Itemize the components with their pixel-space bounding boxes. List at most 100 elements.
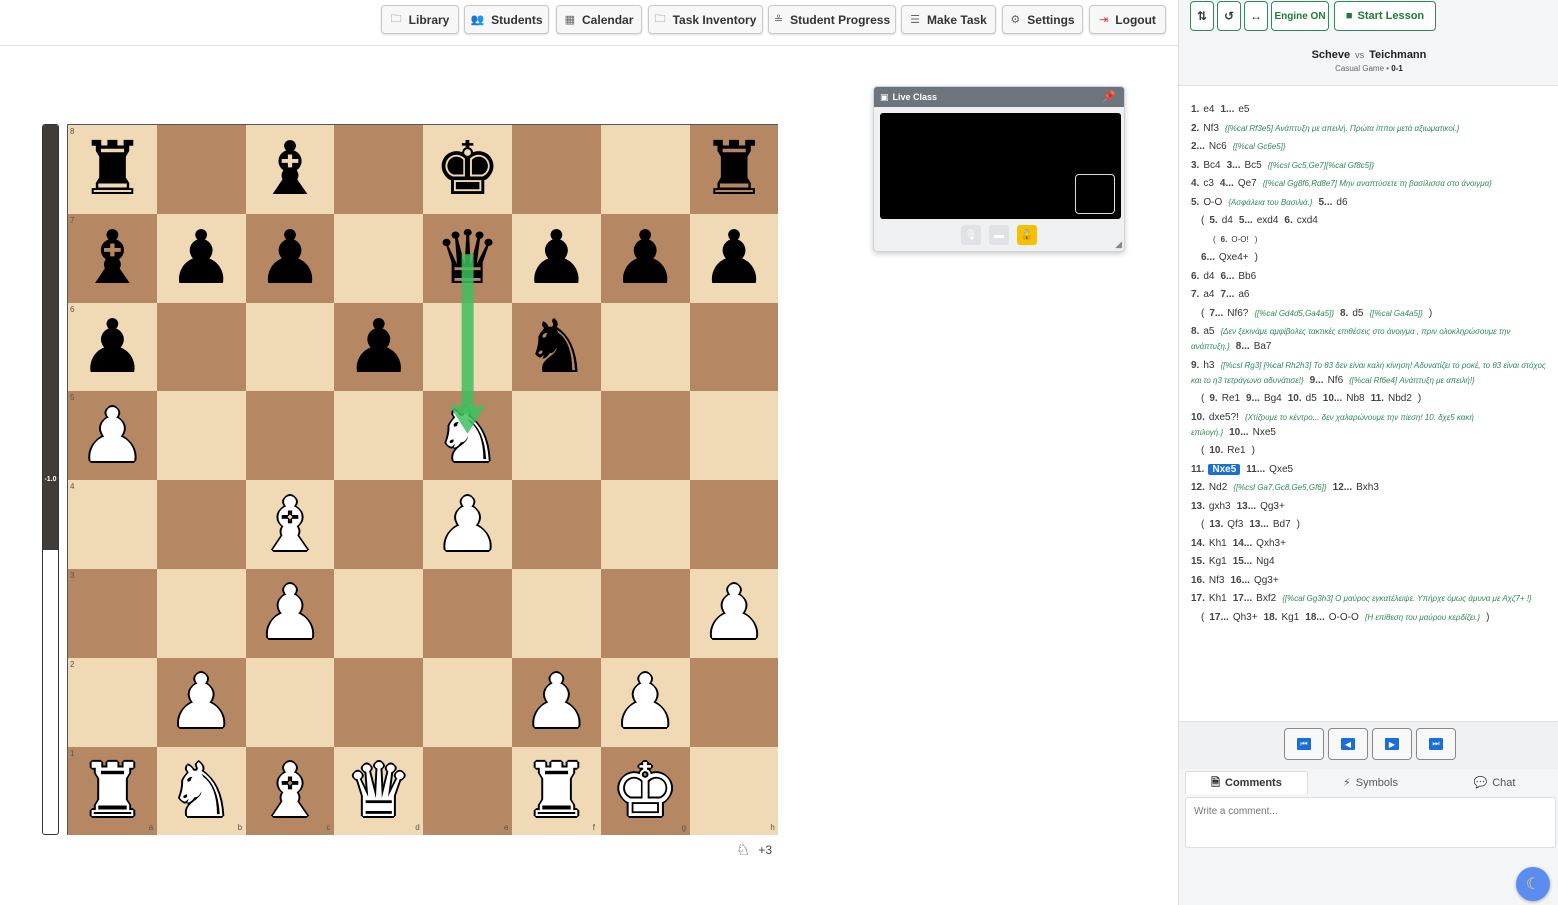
- settings-button[interactable]: ⚙ Settings: [1002, 5, 1083, 34]
- white-queen-d1[interactable]: ♛: [334, 747, 423, 836]
- live-class-window[interactable]: ▣ Live Class 📌 🎙 ▬ 🔓 ◢: [873, 86, 1125, 252]
- move[interactable]: d5: [1352, 308, 1363, 319]
- square-f8[interactable]: [512, 125, 601, 214]
- move[interactable]: Qxe5: [1269, 464, 1293, 475]
- move[interactable]: a5: [1203, 326, 1214, 337]
- dark-mode-toggle[interactable]: ☾: [1516, 867, 1550, 901]
- white-knight-e5[interactable]: ♞: [423, 391, 512, 480]
- move[interactable]: Bg4: [1264, 393, 1282, 404]
- move[interactable]: Bc5: [1244, 160, 1261, 171]
- white-pawn-c3[interactable]: ♟: [246, 569, 335, 658]
- white-king-g1[interactable]: ♚: [601, 747, 690, 836]
- move[interactable]: Qxe4+: [1219, 252, 1249, 263]
- square-g5[interactable]: [600, 391, 690, 481]
- black-knight-f6[interactable]: ♞: [512, 303, 601, 392]
- student-progress-button[interactable]: ≗ Student Progress: [768, 5, 896, 34]
- logout-button[interactable]: ⇥ Logout: [1089, 5, 1166, 34]
- square-g4[interactable]: [600, 480, 690, 569]
- calendar-button[interactable]: ▦ Calendar: [556, 5, 642, 34]
- move[interactable]: Kh1: [1209, 538, 1227, 549]
- camera-button[interactable]: ▬: [989, 225, 1009, 245]
- move[interactable]: Nf3: [1203, 123, 1219, 134]
- white-bishop-c4[interactable]: ♝: [246, 480, 335, 569]
- comment-input[interactable]: [1185, 797, 1556, 848]
- move[interactable]: gxh3: [1209, 501, 1231, 512]
- square-h2[interactable]: [689, 657, 779, 747]
- task-inventory-button[interactable]: 🗀 Task Inventory: [648, 5, 763, 34]
- black-pawn-c7[interactable]: ♟: [246, 214, 335, 303]
- square-d7[interactable]: [334, 213, 424, 303]
- square-b4[interactable]: [156, 480, 246, 569]
- square-b5[interactable]: [156, 391, 246, 481]
- move[interactable]: Qh3+: [1233, 612, 1258, 623]
- black-pawn-b7[interactable]: ♟: [157, 214, 246, 303]
- move[interactable]: dxe5?!: [1209, 412, 1239, 423]
- first-move-button[interactable]: ⏮: [1284, 728, 1324, 760]
- black-pawn-h7[interactable]: ♟: [690, 214, 779, 303]
- resize-handle[interactable]: ◢: [1115, 239, 1122, 250]
- move[interactable]: O-O!: [1231, 235, 1248, 244]
- microphone-button[interactable]: 🎙: [961, 225, 981, 245]
- square-h5[interactable]: [689, 391, 779, 481]
- make-task-button[interactable]: ☰ Make Task: [901, 5, 996, 34]
- square-e3[interactable]: [423, 569, 512, 658]
- square-h6[interactable]: [689, 302, 779, 392]
- move[interactable]: Nf6: [1328, 375, 1344, 386]
- chess-board[interactable]: 8 7 6 5 4 3 2 1 a b c d e f g h ♜ ♝ ♚ ♜ ♝ ♟ ♟ ♛ ♟ ♟ ♟ ♟ ♟ ♞ ♟ ♞ ♝ ♟ ♟ ♟ ♟ ♟ ♟ ♜…: [67, 124, 779, 836]
- move[interactable]: Bb6: [1238, 271, 1256, 282]
- move[interactable]: Qe7: [1238, 178, 1257, 189]
- black-queen-e7[interactable]: ♛: [423, 214, 512, 303]
- black-bishop-a7[interactable]: ♝: [68, 214, 157, 303]
- square-e2[interactable]: [423, 657, 512, 747]
- black-pawn-d6[interactable]: ♟: [334, 303, 423, 392]
- move[interactable]: Bd7: [1273, 519, 1291, 530]
- move[interactable]: Nf6?: [1227, 308, 1248, 319]
- tab-comments[interactable]: 🗎 Comments: [1185, 771, 1308, 794]
- square-f3[interactable]: [512, 569, 601, 658]
- white-pawn-b2[interactable]: ♟: [157, 658, 246, 747]
- move[interactable]: a6: [1238, 289, 1249, 300]
- white-pawn-a5[interactable]: ♟: [68, 391, 157, 480]
- move[interactable]: O-O: [1203, 197, 1222, 208]
- white-pawn-e4[interactable]: ♟: [423, 480, 512, 569]
- expand-button[interactable]: ↔: [1244, 1, 1268, 31]
- square-c5[interactable]: [245, 391, 335, 481]
- square-c6[interactable]: [245, 302, 335, 392]
- start-lesson-button[interactable]: ■ Start Lesson: [1334, 1, 1436, 31]
- square-d5[interactable]: [334, 391, 424, 481]
- white-rook-f1[interactable]: ♜: [512, 747, 601, 836]
- move[interactable]: e5: [1238, 104, 1249, 115]
- black-rook-a8[interactable]: ♜: [68, 125, 157, 214]
- square-b6[interactable]: [156, 302, 246, 392]
- square-a2[interactable]: [68, 657, 157, 747]
- move[interactable]: Qf3: [1227, 519, 1243, 530]
- move[interactable]: d5: [1306, 393, 1317, 404]
- lock-button[interactable]: 🔓: [1017, 225, 1037, 245]
- square-g6[interactable]: [600, 302, 690, 392]
- white-knight-b1[interactable]: ♞: [157, 747, 246, 836]
- move[interactable]: Nb8: [1346, 393, 1364, 404]
- square-h1[interactable]: [689, 746, 779, 836]
- square-a4[interactable]: [68, 480, 157, 569]
- black-pawn-a6[interactable]: ♟: [68, 303, 157, 392]
- pin-icon[interactable]: 📌: [1102, 90, 1116, 103]
- square-f4[interactable]: [512, 480, 601, 569]
- square-e1[interactable]: [423, 746, 512, 836]
- square-b3[interactable]: [156, 569, 246, 658]
- students-button[interactable]: 👥 Students: [464, 5, 549, 34]
- engine-toggle[interactable]: Engine ON: [1271, 1, 1329, 31]
- move[interactable]: Kg1: [1281, 612, 1299, 623]
- square-g3[interactable]: [600, 569, 690, 658]
- move[interactable]: Kh1: [1209, 593, 1227, 604]
- black-bishop-c8[interactable]: ♝: [246, 125, 335, 214]
- black-pawn-f7[interactable]: ♟: [512, 214, 601, 303]
- move[interactable]: Bxh3: [1356, 482, 1379, 493]
- black-rook-h8[interactable]: ♜: [690, 125, 779, 214]
- move[interactable]: Ng4: [1256, 556, 1274, 567]
- move[interactable]: O-O-O: [1329, 612, 1359, 623]
- move[interactable]: h3: [1203, 360, 1214, 371]
- move[interactable]: Kg1: [1209, 556, 1227, 567]
- square-d3[interactable]: [334, 569, 424, 658]
- move[interactable]: exd4: [1257, 215, 1279, 226]
- black-king-e8[interactable]: ♚: [423, 125, 512, 214]
